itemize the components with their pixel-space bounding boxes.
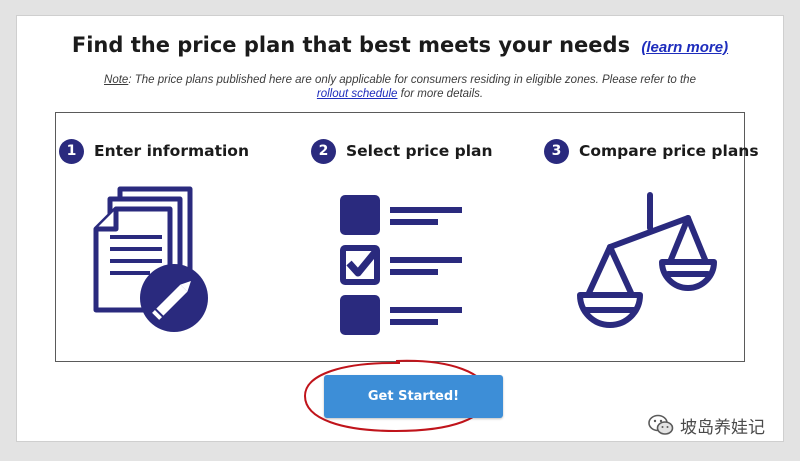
step-number-badge: 3: [544, 138, 569, 164]
step-2-heading: 2 Select price plan: [311, 138, 493, 164]
page-title-text: Find the price plan that best meets your…: [71, 33, 631, 57]
note-label: Note: [104, 74, 129, 86]
step-number-badge: 1: [59, 138, 84, 164]
rollout-schedule-link[interactable]: rollout schedule: [317, 88, 398, 100]
step-1-heading: 1 Enter information: [59, 138, 249, 164]
document-edit-icon: [93, 186, 208, 332]
watermark-text: 坡岛养娃记: [680, 417, 765, 438]
get-started-button[interactable]: Get Started!: [324, 375, 503, 418]
watermark: 坡岛养娃记: [648, 410, 765, 440]
note-text: : The price plans published here are onl…: [128, 74, 696, 86]
learn-more-link[interactable]: (learn more): [641, 39, 728, 56]
step-3-heading: 3 Compare price plans: [544, 138, 759, 164]
step-number-badge: 2: [311, 138, 336, 164]
step-label: Enter information: [94, 142, 249, 160]
wechat-icon: [648, 414, 674, 435]
step-label: Select price plan: [346, 142, 493, 160]
eligibility-note: Note: The price plans published here are…: [40, 73, 760, 101]
step-label: Compare price plans: [579, 142, 759, 160]
note-text-end: for more details.: [400, 88, 484, 100]
balance-scale-icon: [577, 192, 717, 328]
checklist-icon: [340, 195, 462, 335]
page-title: Find the price plan that best meets your…: [0, 33, 800, 57]
